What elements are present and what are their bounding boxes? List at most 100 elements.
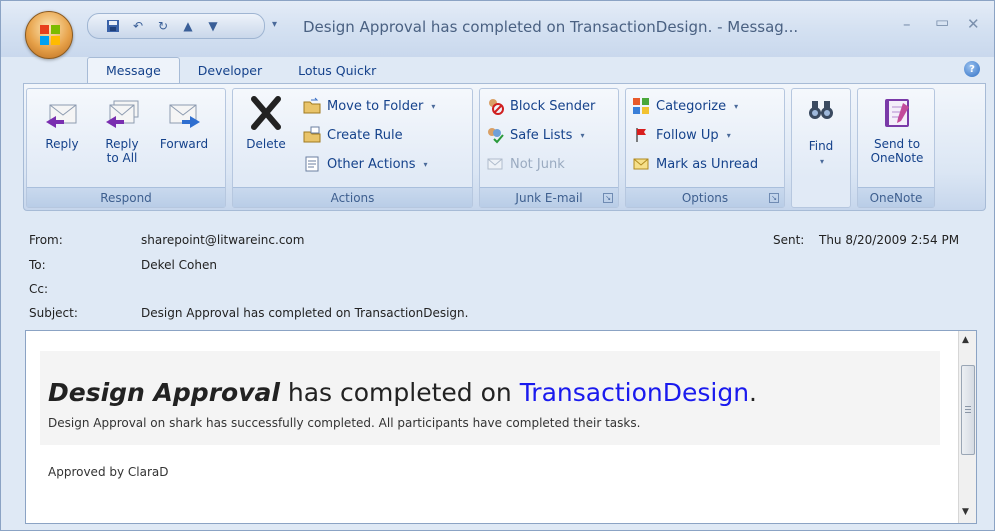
- mark-unread-button[interactable]: Mark as Unread: [632, 153, 758, 175]
- message-body[interactable]: Design Approval has completed on Transac…: [25, 330, 977, 524]
- to-label: To:: [29, 258, 46, 272]
- junk-email-label: Junk E-mail: [515, 190, 583, 205]
- ribbon-tabs: Message Developer Lotus Quickr: [87, 57, 394, 83]
- send-to-onenote-label-2: OneNote: [870, 151, 924, 165]
- delete-label: Delete: [246, 137, 286, 151]
- chevron-down-icon: ▾: [726, 130, 731, 140]
- reply-button[interactable]: Reply: [33, 95, 91, 151]
- chevron-down-icon: ▾: [580, 130, 585, 140]
- scroll-grip: [965, 406, 971, 407]
- close-icon[interactable]: ✕: [967, 15, 980, 33]
- follow-up-label: Follow Up: [656, 127, 719, 143]
- actions-group-label: Actions: [233, 187, 472, 207]
- follow-up-button[interactable]: Follow Up ▾: [632, 124, 731, 146]
- forward-button[interactable]: Forward: [155, 95, 213, 151]
- reply-label: Reply: [45, 137, 79, 151]
- reply-all-icon: [106, 100, 139, 128]
- undo-icon[interactable]: ↶: [131, 19, 145, 33]
- maximize-icon[interactable]: ▭: [935, 13, 949, 31]
- not-junk-button[interactable]: Not Junk: [486, 153, 565, 175]
- block-sender-label: Block Sender: [510, 98, 596, 114]
- create-rule-label: Create Rule: [327, 127, 403, 143]
- tab-developer[interactable]: Developer: [180, 57, 280, 83]
- title-bar: ↶ ↻ ▲ ▼ ▾ Design Approval has completed …: [1, 1, 994, 59]
- headline-period: .: [749, 378, 757, 407]
- headline-item-link[interactable]: TransactionDesign: [520, 378, 749, 407]
- tab-message[interactable]: Message: [87, 57, 180, 83]
- find-button[interactable]: Find ▾: [793, 95, 849, 169]
- block-sender-button[interactable]: Block Sender: [486, 95, 595, 117]
- categorize-label: Categorize: [656, 98, 727, 114]
- vertical-scrollbar[interactable]: ▲ ▼: [958, 331, 976, 523]
- reply-all-label-2: to All: [106, 151, 138, 165]
- send-to-onenote-label-1: Send to: [873, 137, 921, 151]
- other-actions-button[interactable]: Other Actions ▾: [303, 153, 428, 175]
- onenote-group: Send to OneNote OneNote: [857, 88, 935, 208]
- completion-message: Design Approval on shark has successfull…: [48, 416, 641, 430]
- cc-label: Cc:: [29, 282, 49, 296]
- categorize-button[interactable]: Categorize ▾: [632, 95, 738, 117]
- junk-email-group: Block Sender Safe Lists ▾ Not Junk Junk E…: [479, 88, 619, 208]
- subject-value: Design Approval has completed on Transac…: [141, 306, 469, 320]
- from-value[interactable]: sharepoint@litwareinc.com: [141, 233, 304, 247]
- to-value[interactable]: Dekel Cohen: [141, 258, 217, 272]
- headline-workflow-name: Design Approval: [48, 378, 280, 407]
- ribbon: Reply Reply to All Forward Respond Delet…: [23, 83, 986, 211]
- onenote-icon: [885, 99, 909, 127]
- chevron-down-icon: ▾: [431, 101, 436, 111]
- scroll-thumb[interactable]: [961, 365, 975, 455]
- other-actions-label: Other Actions: [327, 156, 416, 172]
- move-to-folder-button[interactable]: Move to Folder ▾: [303, 95, 435, 117]
- categorize-icon: [633, 98, 649, 114]
- options-group-label: Options: [626, 187, 784, 207]
- send-to-onenote-button[interactable]: Send to OneNote: [866, 95, 928, 165]
- customize-qat-icon[interactable]: ▾: [272, 19, 277, 30]
- respond-group: Reply Reply to All Forward Respond: [26, 88, 226, 208]
- delete-icon: [251, 96, 281, 130]
- respond-group-label: Respond: [27, 187, 225, 207]
- scroll-up-icon[interactable]: ▲: [962, 335, 969, 345]
- approved-by: Approved by ClaraD: [48, 465, 169, 479]
- scroll-down-icon[interactable]: ▼: [962, 507, 969, 517]
- tab-lotus-quickr[interactable]: Lotus Quickr: [280, 57, 394, 83]
- create-rule-button[interactable]: Create Rule: [303, 124, 403, 146]
- binoculars-icon: [809, 101, 833, 119]
- chevron-down-icon: ▾: [734, 101, 739, 111]
- message-header: From: sharepoint@litwareinc.com To: Deke…: [23, 215, 986, 325]
- redo-icon[interactable]: ↻: [156, 19, 170, 33]
- onenote-group-label: OneNote: [858, 187, 934, 207]
- delete-button[interactable]: Delete: [237, 95, 295, 151]
- safe-lists-button[interactable]: Safe Lists ▾: [486, 124, 584, 146]
- help-icon[interactable]: ?: [964, 61, 980, 77]
- safe-lists-label: Safe Lists: [510, 127, 573, 143]
- not-junk-icon: [487, 158, 503, 170]
- reply-all-label-1: Reply: [105, 137, 139, 151]
- headline: Design Approval has completed on Transac…: [48, 378, 757, 407]
- other-actions-icon: [305, 156, 319, 172]
- chevron-down-icon: ▾: [423, 159, 428, 169]
- safe-lists-icon: [488, 128, 504, 144]
- minimize-icon[interactable]: –: [903, 15, 911, 33]
- subject-label: Subject:: [29, 306, 78, 320]
- find-group: Find ▾: [791, 88, 851, 208]
- reply-all-button[interactable]: Reply to All: [93, 95, 151, 165]
- create-rule-icon: [303, 126, 321, 143]
- next-item-icon[interactable]: ▼: [206, 19, 220, 33]
- quick-access-toolbar: ↶ ↻ ▲ ▼: [87, 13, 265, 39]
- options-group: Categorize ▾ Follow Up ▾ Mark as Unread Op…: [625, 88, 785, 208]
- previous-item-icon[interactable]: ▲: [181, 19, 195, 33]
- forward-icon: [169, 104, 200, 128]
- from-label: From:: [29, 233, 63, 247]
- mark-unread-label: Mark as Unread: [656, 156, 759, 172]
- headline-text: has completed on: [279, 378, 520, 407]
- not-junk-label: Not Junk: [510, 156, 565, 172]
- junk-email-dialog-launcher-icon[interactable]: ↘: [603, 193, 613, 203]
- window-title: Design Approval has completed on Transac…: [303, 18, 799, 36]
- move-to-folder-icon: [303, 97, 321, 114]
- office-button[interactable]: [25, 11, 73, 59]
- options-dialog-launcher-icon[interactable]: ↘: [769, 193, 779, 203]
- chevron-down-icon: ▾: [819, 157, 824, 166]
- flag-icon: [636, 128, 646, 142]
- actions-group: Delete Move to Folder ▾ Create Rule Other…: [232, 88, 473, 208]
- save-icon[interactable]: [106, 19, 120, 33]
